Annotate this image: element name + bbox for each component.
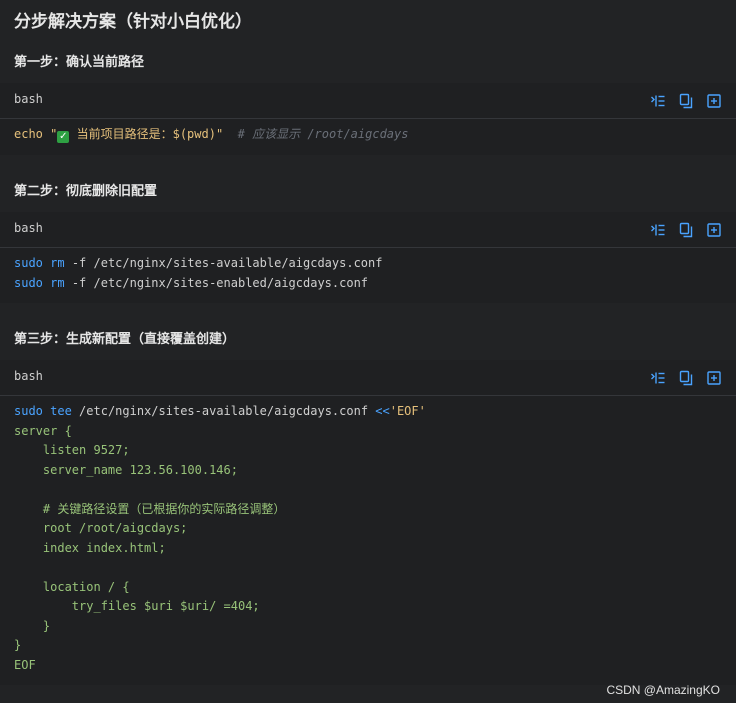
code-line: EOF (14, 656, 722, 676)
code-line: sudo rm -f /etc/nginx/sites-available/ai… (14, 254, 722, 274)
code-token: echo (14, 127, 43, 141)
code-content[interactable]: sudo rm -f /etc/nginx/sites-available/ai… (0, 248, 736, 303)
code-line: ​ (14, 480, 722, 500)
code-line: sudo rm -f /etc/nginx/sites-enabled/aigc… (14, 274, 722, 294)
step-3-title: 第三步：生成新配置（直接覆盖创建） (14, 332, 236, 347)
code-block-step-1: bash echo " ✓ 当前项目路径是：$(pwd)" # 应该显示 /roo… (0, 83, 736, 155)
code-token: 当前项目路径是： (69, 127, 173, 141)
code-token: listen 9527; (14, 443, 130, 457)
code-token: } (14, 638, 22, 652)
code-token: EOF (14, 657, 36, 672)
expand-icon[interactable] (706, 370, 722, 386)
copy-icon[interactable] (678, 370, 694, 386)
code-token: } (14, 618, 51, 633)
code-token: /etc/nginx/sites-available/aigcdays.conf (71, 404, 376, 418)
code-line: index index.html; (14, 539, 722, 559)
code-line: listen 9527; (14, 441, 722, 461)
code-token: location / { (14, 579, 130, 594)
code-line: root /root/aigcdays; (14, 519, 722, 539)
code-content[interactable]: echo " ✓ 当前项目路径是：$(pwd)" # 应该显示 /root/aig… (0, 119, 736, 155)
step-2-title: 第二步：彻底删除旧配置 (14, 184, 158, 199)
step-1-title: 第一步：确认当前路径 (14, 55, 145, 70)
code-header: bash (0, 360, 736, 396)
code-actions (650, 370, 722, 386)
wrap-lines-icon[interactable] (650, 370, 666, 386)
code-token: sudo (14, 256, 43, 270)
code-line: location / { (14, 578, 722, 598)
wrap-lines-icon[interactable] (650, 93, 666, 109)
code-language-label: bash (14, 369, 43, 383)
code-token: $(pwd) (172, 127, 216, 141)
code-token: rm (50, 256, 65, 270)
code-line: } (14, 617, 722, 637)
code-token: sudo (14, 275, 43, 290)
code-token: << (375, 404, 390, 418)
code-token: rm (50, 275, 65, 290)
code-language-label: bash (14, 92, 43, 106)
code-block-step-3: bash sudo tee /etc/nginx/sites-available… (0, 360, 736, 685)
code-line: # 关键路径设置（已根据你的实际路径调整） (14, 500, 722, 520)
code-token: index index.html; (14, 540, 166, 555)
check-icon: ✓ (57, 131, 70, 143)
code-block-step-2: bash sudo rm -f /etc/nginx/sites-availab… (0, 212, 736, 303)
page-title: 分步解决方案（针对小白优化） (14, 12, 252, 32)
copy-icon[interactable] (678, 93, 694, 109)
code-token: root /root/aigcdays; (14, 521, 188, 535)
wrap-lines-icon[interactable] (650, 222, 666, 238)
code-token: try_files $uri $uri/ =404; (14, 599, 260, 613)
code-line: ​ (14, 558, 722, 578)
copy-icon[interactable] (678, 222, 694, 238)
code-actions (650, 93, 722, 109)
code-token: server { (14, 423, 72, 438)
expand-icon[interactable] (706, 93, 722, 109)
code-header: bash (0, 212, 736, 248)
code-token: tee (50, 404, 72, 418)
code-line: try_files $uri $uri/ =404; (14, 597, 722, 617)
code-line: sudo tee /etc/nginx/sites-available/aigc… (14, 402, 722, 422)
article-page: 分步解决方案（针对小白优化） 第一步：确认当前路径 bash echo " ✓ 当… (0, 0, 736, 703)
code-token: # 应该显示 /root/aigcdays (223, 127, 409, 141)
code-header: bash (0, 83, 736, 119)
code-language-label: bash (14, 221, 43, 235)
code-token: 'EOF' (389, 404, 426, 418)
code-content[interactable]: sudo tee /etc/nginx/sites-available/aigc… (0, 396, 736, 685)
code-token: -f /etc/nginx/sites-enabled/aigcdays.con… (64, 275, 369, 290)
code-actions (650, 222, 722, 238)
code-line: server { (14, 422, 722, 442)
code-line: server_name 123.56.100.146; (14, 461, 722, 481)
code-token: sudo (14, 404, 43, 418)
watermark: CSDN @AmazingKO (606, 683, 720, 697)
code-token: # 关键路径设置（已根据你的实际路径调整） (14, 501, 286, 516)
code-token: server_name 123.56.100.146; (14, 462, 238, 477)
code-line: echo " ✓ 当前项目路径是：$(pwd)" # 应该显示 /root/aig… (14, 125, 722, 145)
expand-icon[interactable] (706, 222, 722, 238)
code-token: " (50, 127, 58, 141)
code-line: } (14, 636, 722, 656)
code-token: -f /etc/nginx/sites-available/aigcdays.c… (64, 256, 383, 270)
